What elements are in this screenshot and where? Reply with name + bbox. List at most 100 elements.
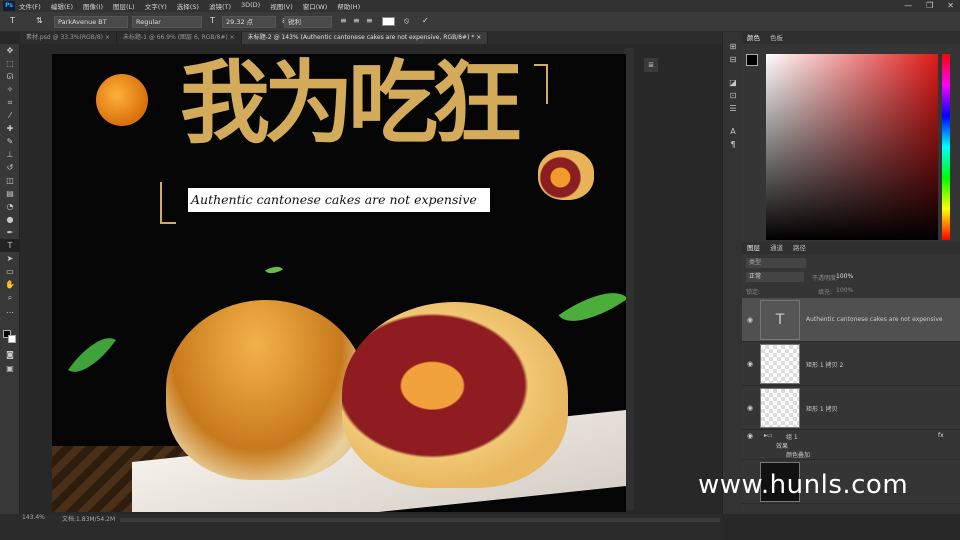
menu-item[interactable]: 滤镜(T)	[209, 1, 231, 11]
tab-swatches[interactable]: 色板	[770, 32, 783, 44]
fx-badge: fx	[938, 432, 944, 439]
move-tool-icon[interactable]: ✥	[0, 44, 20, 57]
properties-toggle-icon[interactable]: ≣	[644, 58, 658, 72]
tab-color[interactable]: 颜色	[747, 32, 760, 44]
adjustments-panel-icon[interactable]: ◪	[723, 76, 743, 89]
tab-close-icon[interactable]: ×	[105, 34, 110, 41]
brush-settings-icon[interactable]: ⊟	[723, 53, 743, 66]
character-panel-icon[interactable]: A	[723, 125, 743, 138]
layer-group-row[interactable]: ◉ ▸▭ 组 1 fx 效果 颜色叠加	[742, 430, 960, 460]
visibility-eye-icon[interactable]: ◉	[747, 316, 753, 324]
blend-mode-select[interactable]: 正常	[746, 272, 804, 282]
layer-name[interactable]: 矩形 1 拷贝 2	[806, 360, 843, 369]
tab-channels[interactable]: 通道	[770, 242, 783, 254]
tab-doc-1[interactable]: 素材.psd @ 33.3%(RGB/8) ×	[20, 32, 117, 44]
path-select-tool-icon[interactable]: ➤	[0, 252, 20, 265]
properties-panel-icon[interactable]: ☰	[723, 102, 743, 115]
color-picker-field[interactable]	[766, 54, 938, 240]
menu-item[interactable]: 图像(I)	[83, 1, 103, 11]
history-panel-icon[interactable]: ⊞	[723, 40, 743, 53]
layer-row[interactable]: ◉ 矩形 1 拷贝	[742, 386, 960, 430]
tab-close-icon[interactable]: ×	[230, 34, 235, 41]
brush-tool-icon[interactable]: ✎	[0, 135, 20, 148]
shape-tool-icon[interactable]: ▭	[0, 265, 20, 278]
crop-tool-icon[interactable]: ⌗	[0, 96, 20, 109]
tab-layers[interactable]: 图层	[747, 242, 760, 254]
stamp-tool-icon[interactable]: ⊥	[0, 148, 20, 161]
close-icon[interactable]: ✕	[947, 1, 954, 10]
english-text-layer[interactable]: Authentic cantonese cakes are not expens…	[188, 188, 490, 212]
menu-item[interactable]: 编辑(E)	[51, 1, 73, 11]
styles-panel-icon[interactable]: ⊡	[723, 89, 743, 102]
background-color-swatch[interactable]	[8, 335, 16, 343]
tab-close-icon[interactable]: ×	[476, 34, 481, 41]
history-brush-icon[interactable]: ↺	[0, 161, 20, 174]
foreground-color-swatch[interactable]	[746, 54, 758, 66]
tab-doc-3[interactable]: 未标题-2 @ 143% (Authentic cantonese cakes …	[241, 32, 489, 44]
group-name[interactable]: 组 1	[786, 432, 798, 441]
minimize-icon[interactable]: —	[904, 1, 912, 10]
menu-item[interactable]: 窗口(W)	[303, 1, 328, 11]
fill-value[interactable]: 100%	[836, 287, 853, 294]
layer-name[interactable]: 矩形 1 拷贝	[806, 404, 838, 413]
pen-tool-icon[interactable]: ✒	[0, 226, 20, 239]
headline-text[interactable]: 我为吃狂	[180, 54, 522, 154]
tab-doc-2[interactable]: 未标题-1 @ 66.9% (图层 6, RGB/8#) ×	[117, 32, 242, 44]
visibility-eye-icon[interactable]: ◉	[747, 404, 753, 412]
artboard[interactable]: 我为吃狂 Authentic cantonese cakes are not e…	[52, 54, 626, 512]
menu-item[interactable]: 文字(Y)	[145, 1, 167, 11]
bracket-top-right	[534, 64, 548, 104]
eraser-tool-icon[interactable]: ◫	[0, 174, 20, 187]
menu-item[interactable]: 3D(D)	[241, 1, 260, 11]
commit-icon[interactable]: ✓	[422, 16, 429, 25]
text-color-swatch[interactable]	[382, 17, 395, 26]
cancel-icon[interactable]: ⦸	[404, 16, 409, 26]
visibility-eye-icon[interactable]: ◉	[747, 360, 753, 368]
marquee-tool-icon[interactable]: ⬚	[0, 57, 20, 70]
screen-mode-icon[interactable]: ▣	[0, 362, 20, 375]
text-orientation-icon[interactable]: ⇅	[36, 16, 43, 25]
antialias-select[interactable]: 锐利	[284, 16, 332, 28]
options-bar: T ⇅ ParkAvenue BT Regular T 29.32 点 a 锐利…	[0, 12, 960, 32]
menu-item[interactable]: 帮助(H)	[337, 1, 360, 11]
egg-yolk-decor	[96, 74, 148, 126]
layer-kind-filter[interactable]: 类型	[746, 258, 806, 268]
zoom-tool-icon[interactable]: ⌕	[0, 291, 20, 304]
menu-item[interactable]: 视图(V)	[270, 1, 293, 11]
paragraph-panel-icon[interactable]: ¶	[723, 138, 743, 151]
layer-row[interactable]: ◉ 矩形 1 拷贝 2	[742, 342, 960, 386]
eyedropper-tool-icon[interactable]: ⁄	[0, 109, 20, 122]
menu-item[interactable]: 选择(S)	[177, 1, 199, 11]
font-family-select[interactable]: ParkAvenue BT	[54, 16, 128, 28]
blur-tool-icon[interactable]: ◔	[0, 200, 20, 213]
font-size-select[interactable]: 29.32 点	[222, 16, 276, 28]
menu-item[interactable]: 图层(L)	[113, 1, 135, 11]
magic-wand-tool-icon[interactable]: ✧	[0, 83, 20, 96]
tab-paths[interactable]: 路径	[793, 242, 806, 254]
align-left-icon[interactable]: ≡	[340, 16, 347, 25]
healing-tool-icon[interactable]: ✚	[0, 122, 20, 135]
align-center-icon[interactable]: ≡	[353, 16, 360, 25]
visibility-eye-icon[interactable]: ◉	[747, 432, 753, 440]
hand-tool-icon[interactable]: ✋	[0, 278, 20, 291]
gradient-tool-icon[interactable]: ▤	[0, 187, 20, 200]
type-tool-icon[interactable]: T	[10, 16, 15, 25]
layer-name[interactable]: Authentic cantonese cakes are not expens…	[806, 316, 943, 323]
quick-mask-icon[interactable]: ◙	[0, 348, 20, 361]
dodge-tool-icon[interactable]: ●	[0, 213, 20, 226]
effect-color-overlay[interactable]: 颜色叠加	[786, 450, 810, 459]
zoom-level[interactable]: 143.4%	[22, 514, 45, 521]
opacity-value[interactable]: 100%	[836, 273, 853, 280]
align-right-icon[interactable]: ≡	[366, 16, 373, 25]
menu-item[interactable]: 文件(F)	[19, 1, 41, 11]
horizontal-scrollbar[interactable]	[120, 518, 720, 522]
hue-slider[interactable]	[942, 54, 950, 240]
restore-icon[interactable]: ❐	[926, 1, 933, 10]
lasso-tool-icon[interactable]: ᘏ	[0, 70, 20, 83]
layer-thumbnail: T	[760, 300, 800, 340]
type-tool-icon[interactable]: T	[0, 239, 20, 252]
more-tools-icon[interactable]: …	[0, 304, 20, 317]
font-style-select[interactable]: Regular	[132, 16, 202, 28]
watermark-text: www.hunls.com	[698, 470, 909, 500]
layer-row-text[interactable]: ◉ T Authentic cantonese cakes are not ex…	[742, 298, 960, 342]
